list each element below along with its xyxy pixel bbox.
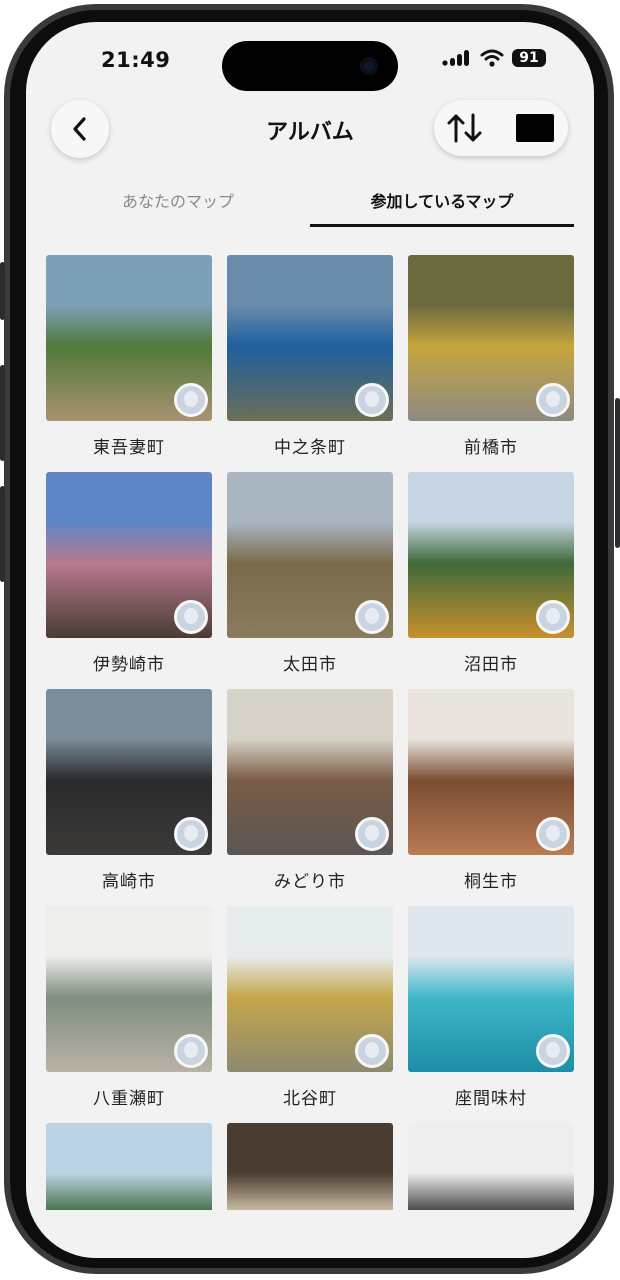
album-item[interactable]: 桐生市 [408,689,574,892]
album-item[interactable]: 伊勢崎市 [46,472,212,675]
avatar-image [184,825,198,841]
album-label: 八重瀬町 [93,1089,165,1109]
member-avatar [174,600,208,634]
album-thumbnail[interactable] [46,255,212,421]
tab-my-maps[interactable]: あなたのマップ [46,182,310,224]
avatar-image [365,391,379,407]
album-item[interactable]: 八重瀬町 [46,906,212,1109]
album-thumbnail[interactable] [46,906,212,1072]
avatar-image [365,1042,379,1058]
member-avatar [355,817,389,851]
bottom-safe-area [26,1210,594,1258]
album-thumbnail[interactable] [408,689,574,855]
member-avatar [174,383,208,417]
album-label: 沼田市 [464,655,518,675]
navigation-bar: アルバム [26,100,594,162]
member-avatar [355,383,389,417]
album-label: 太田市 [283,655,337,675]
action-button [0,262,5,320]
album-thumbnail[interactable] [227,472,393,638]
redacted-block[interactable] [516,114,554,142]
album-label: 高崎市 [102,872,156,892]
album-thumbnail[interactable] [227,255,393,421]
album-thumbnail[interactable] [227,906,393,1072]
album-label: みどり市 [274,872,346,892]
album-label: 北谷町 [283,1089,337,1109]
tab-joined-maps[interactable]: 参加しているマップ [310,182,574,227]
album-label: 伊勢崎市 [93,655,165,675]
volume-up-button [0,365,5,461]
avatar-image [184,608,198,624]
header-actions [434,100,568,156]
album-label: 中之条町 [274,438,346,458]
album-thumbnail[interactable] [408,255,574,421]
member-avatar [536,600,570,634]
volume-down-button [0,486,5,582]
sort-arrows-icon[interactable] [446,112,484,144]
album-item[interactable]: 東吾妻町 [46,255,212,458]
avatar-image [546,1042,560,1058]
album-thumbnail[interactable] [227,689,393,855]
avatar-image [365,825,379,841]
album-label: 座間味村 [455,1089,527,1109]
power-button [615,398,620,548]
member-avatar [536,383,570,417]
status-time: 21:49 [101,48,171,72]
wifi-icon [480,49,504,67]
dynamic-island [222,41,398,91]
avatar-image [184,391,198,407]
album-item[interactable]: 沼田市 [408,472,574,675]
album-label: 桐生市 [464,872,518,892]
member-avatar [536,817,570,851]
album-item[interactable]: 中之条町 [227,255,393,458]
avatar-image [365,608,379,624]
member-avatar [536,1034,570,1068]
member-avatar [355,600,389,634]
tab-bar: あなたのマップ 参加しているマップ [26,182,594,227]
avatar-image [184,1042,198,1058]
album-item[interactable]: 高崎市 [46,689,212,892]
avatar-image [546,825,560,841]
avatar-image [546,608,560,624]
album-label: 東吾妻町 [93,438,165,458]
member-avatar [174,817,208,851]
status-icons: 91 [442,49,546,67]
battery-icon: 91 [512,49,546,67]
album-item[interactable]: 太田市 [227,472,393,675]
album-item[interactable]: みどり市 [227,689,393,892]
album-label: 前橋市 [464,438,518,458]
album-item[interactable]: 座間味村 [408,906,574,1109]
album-thumbnail[interactable] [46,472,212,638]
app-screen: 21:49 91 アルバム あなたのマップ 参加しているマップ 東吾妻町 中之条… [26,22,594,1258]
album-item[interactable]: 前橋市 [408,255,574,458]
front-camera [360,57,378,75]
member-avatar [174,1034,208,1068]
cellular-signal-icon [442,50,469,66]
album-item[interactable]: 北谷町 [227,906,393,1109]
member-avatar [355,1034,389,1068]
album-thumbnail[interactable] [408,906,574,1072]
avatar-image [546,391,560,407]
album-thumbnail[interactable] [46,689,212,855]
album-thumbnail[interactable] [408,472,574,638]
